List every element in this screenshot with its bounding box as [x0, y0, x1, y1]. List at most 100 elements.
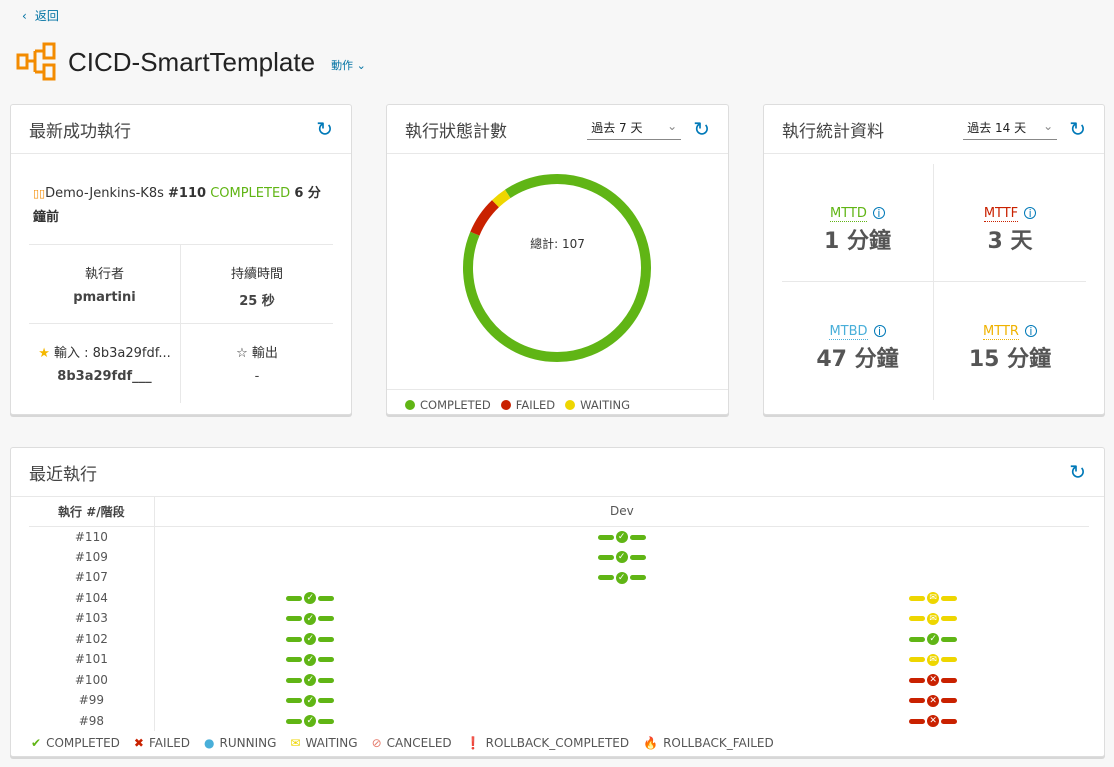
- column-header: 執行 #/階段: [29, 497, 155, 527]
- legend-item: ❗ ROLLBACK_COMPLETED: [465, 736, 630, 750]
- stage-status-completed[interactable]: ✓: [286, 633, 335, 646]
- stage-status-completed[interactable]: ✓: [286, 592, 335, 605]
- back-link[interactable]: ‹ 返回: [22, 7, 59, 24]
- star-filled-icon: ★: [38, 346, 50, 361]
- chart-legend: COMPLETED FAILED WAITING: [387, 389, 728, 415]
- range-select[interactable]: 過去 14 天 ⌄: [963, 118, 1058, 140]
- status-icon: ✓: [615, 531, 628, 543]
- exclamation-circle-icon: ❗: [465, 736, 481, 750]
- card-title: 執行狀態計數: [405, 121, 507, 142]
- info-icon[interactable]: i: [1024, 207, 1037, 219]
- run-number: #100: [29, 669, 155, 690]
- run-number: #110: [168, 186, 207, 201]
- run-number: #99: [29, 690, 155, 711]
- run-number: #107: [29, 567, 155, 588]
- table-row[interactable]: #99 ✓ ✕: [29, 690, 1089, 711]
- stage-status-completed[interactable]: ✓: [597, 551, 646, 564]
- status-icon: ✓: [615, 571, 628, 584]
- page-header: CICD-SmartTemplate 動作 ⌄: [16, 42, 366, 82]
- ban-icon: ⊘: [371, 736, 382, 750]
- stat-mttr: MTTR i 15 分鐘: [968, 324, 1052, 372]
- table-row[interactable]: #107 ✓: [29, 567, 1089, 588]
- status-icon: ✕: [927, 674, 940, 687]
- status-legend: ✔ COMPLETED ✖ FAILED ● RUNNING ✉ WAITING ⊘ CANCEL…: [31, 736, 774, 750]
- page-title: CICD-SmartTemplate: [68, 46, 316, 77]
- status-donut-chart: [463, 174, 651, 362]
- input-cell[interactable]: ★ 輸入 : 8b3a29fdf... 8b3a29fdf___: [29, 324, 181, 403]
- pipeline-icon: ▯▯: [33, 187, 46, 200]
- status-text: COMPLETED: [210, 186, 291, 201]
- table-row[interactable]: #109 ✓: [29, 546, 1089, 567]
- legend-item: ✉ WAITING: [290, 736, 358, 750]
- refresh-icon[interactable]: ↻: [1069, 460, 1086, 484]
- duration-cell: 持續時間 25 秒: [181, 245, 333, 324]
- refresh-icon[interactable]: ↻: [316, 117, 333, 141]
- table-row[interactable]: #98 ✓ ✕: [29, 710, 1089, 731]
- card-title: 執行統計資料: [782, 121, 884, 142]
- legend-item: ✔ COMPLETED: [31, 736, 120, 750]
- legend-item: ⊘ CANCELED: [371, 736, 452, 750]
- chevron-left-icon: ‹: [22, 8, 27, 23]
- status-icon: ✉: [927, 612, 940, 625]
- stage-status-waiting[interactable]: ✉: [909, 612, 958, 625]
- legend-item: WAITING: [565, 398, 630, 412]
- status-icon: ✓: [304, 592, 317, 605]
- check-circle-icon: ✔: [31, 736, 42, 750]
- recent-runs-table: 執行 #/階段 Dev #110 ✓ #109 ✓ #107 ✓ #104 ✓ ✉ #103 ✓ ✉ #1…: [29, 497, 1089, 731]
- stage-status-completed[interactable]: ✓: [286, 612, 335, 625]
- run-number: #103: [29, 608, 155, 629]
- table-row[interactable]: #103 ✓ ✉: [29, 608, 1089, 629]
- refresh-icon[interactable]: ↻: [1069, 117, 1086, 141]
- status-icon: ✓: [304, 612, 317, 625]
- info-icon[interactable]: i: [1024, 325, 1037, 337]
- table-row[interactable]: #102 ✓ ✓: [29, 628, 1089, 649]
- donut-slice-waiting[interactable]: [492, 189, 511, 208]
- stage-status-completed[interactable]: ✓: [597, 531, 646, 543]
- stage-status-failed[interactable]: ✕: [909, 715, 958, 728]
- pipeline-link[interactable]: Demo-Jenkins-K8s: [45, 186, 164, 201]
- chevron-down-icon: ⌄: [356, 59, 366, 72]
- table-row[interactable]: #100 ✓ ✕: [29, 669, 1089, 690]
- stage-status-failed[interactable]: ✕: [909, 694, 958, 707]
- stage-status-completed[interactable]: ✓: [286, 674, 335, 687]
- status-icon: ✓: [927, 633, 940, 646]
- x-circle-icon: ✖: [133, 736, 144, 750]
- donut-slice-failed[interactable]: [470, 200, 500, 236]
- status-icon: ✉: [927, 653, 940, 666]
- run-number: #98: [29, 710, 155, 731]
- info-icon[interactable]: i: [873, 325, 886, 337]
- card-title: 最新成功執行: [29, 121, 131, 142]
- stage-status-failed[interactable]: ✕: [909, 674, 958, 687]
- stage-status-completed[interactable]: ✓: [286, 694, 335, 707]
- refresh-icon[interactable]: ↻: [693, 117, 710, 141]
- legend-item: 🔥 ROLLBACK_FAILED: [643, 736, 774, 750]
- stage-status-waiting[interactable]: ✉: [909, 653, 958, 666]
- status-icon: ✉: [927, 592, 940, 605]
- latest-run-summary: ▯▯Demo-Jenkins-K8s #110 COMPLETED 6 分鐘前: [11, 154, 351, 244]
- dot-icon: ●: [204, 736, 215, 750]
- output-cell[interactable]: ☆ 輸出 -: [181, 324, 333, 403]
- stage-status-completed[interactable]: ✓: [909, 633, 958, 646]
- chevron-down-icon: ⌄: [1043, 118, 1054, 133]
- run-number: #109: [29, 546, 155, 567]
- run-number: #101: [29, 649, 155, 670]
- actions-dropdown[interactable]: 動作 ⌄: [331, 57, 366, 73]
- legend-item: ● RUNNING: [204, 736, 277, 750]
- run-number: #104: [29, 587, 155, 608]
- status-icon: ✕: [927, 715, 940, 728]
- table-row[interactable]: #110 ✓: [29, 526, 1089, 547]
- table-row[interactable]: #101 ✓ ✉: [29, 649, 1089, 670]
- stage-header: Dev: [154, 497, 1089, 527]
- table-row[interactable]: #104 ✓ ✉: [29, 587, 1089, 608]
- info-icon[interactable]: i: [872, 207, 885, 219]
- stage-status-completed[interactable]: ✓: [286, 653, 335, 666]
- chevron-down-icon: ⌄: [667, 118, 678, 133]
- stat-mtbd: MTBD i 47 分鐘: [782, 282, 934, 400]
- status-icon: ✓: [304, 633, 317, 646]
- flame-icon: 🔥: [643, 736, 659, 750]
- range-select[interactable]: 過去 7 天 ⌄: [587, 118, 682, 140]
- stage-status-waiting[interactable]: ✉: [909, 592, 958, 605]
- stage-status-completed[interactable]: ✓: [286, 715, 335, 728]
- stage-status-completed[interactable]: ✓: [597, 571, 646, 584]
- stat-mttf: MTTF i 3 天: [934, 164, 1086, 282]
